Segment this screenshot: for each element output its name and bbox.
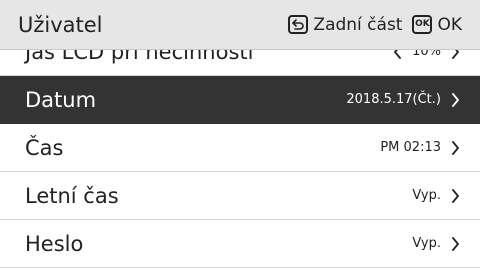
list-item-password[interactable]: Heslo Vyp. [0,220,480,268]
list-item-value-group: Vyp. [412,188,460,203]
back-button[interactable]: Zadní část [288,15,402,35]
settings-list: Jas LCD při nečinnosti 10% Datum 2018.5.… [0,28,480,268]
list-item-label: Čas [25,135,64,160]
list-item-label: Datum [25,87,97,112]
chevron-right-icon [451,188,460,203]
list-item-value: Vyp. [412,236,441,251]
list-item-value-group: 2018.5.17(Čt.) [346,92,460,107]
chevron-right-icon [451,140,460,155]
list-item-date[interactable]: Datum 2018.5.17(Čt.) [0,76,480,124]
header-bar: Uživatel Zadní část OK OK [0,0,480,50]
list-item-value: 2018.5.17(Čt.) [346,92,441,107]
list-item-time[interactable]: Čas PM 02:13 [0,124,480,172]
settings-screen: Uživatel Zadní část OK OK Jas LCD při ne… [0,0,480,270]
list-item-value-group: PM 02:13 [380,140,460,155]
list-item-label: Heslo [25,231,84,256]
ok-label: OK [437,14,462,35]
page-title: Uživatel [18,12,103,37]
header-actions: Zadní část OK OK [288,15,462,35]
ok-button[interactable]: OK OK [412,15,462,35]
list-item-value-group: Vyp. [412,236,460,251]
chevron-right-icon [451,92,460,107]
back-label: Zadní část [313,14,403,35]
return-arrow-icon [288,15,309,34]
list-item-label: Letní čas [25,183,119,208]
list-item-value: PM 02:13 [380,140,441,155]
list-item-value: Vyp. [412,188,441,203]
chevron-right-icon [451,236,460,251]
list-item-daylight-saving[interactable]: Letní čas Vyp. [0,172,480,220]
ok-key-icon: OK [412,15,433,34]
